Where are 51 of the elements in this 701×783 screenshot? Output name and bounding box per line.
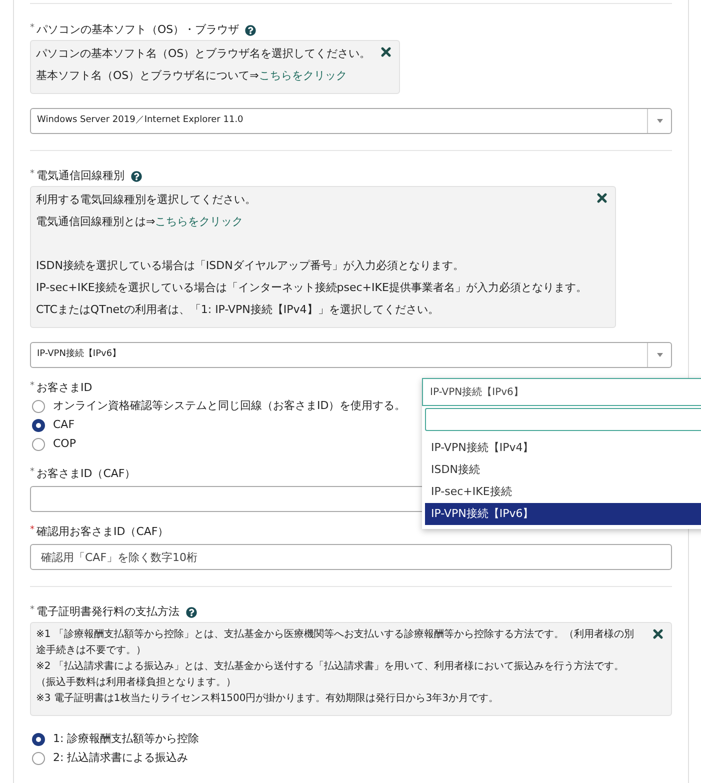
- field-label: 確認用お客さまID（CAF）: [36, 524, 169, 540]
- search-field[interactable]: [425, 408, 701, 431]
- caret-icon: [656, 353, 662, 357]
- field-label: お客さまID（CAF）: [36, 466, 136, 482]
- dropdown-value[interactable]: IP-VPN接続【IPv6】: [422, 378, 701, 406]
- select-field[interactable]: Windows Server 2019／Internet Explorer 11.0: [30, 108, 672, 134]
- field-label: お客さまID: [36, 380, 92, 396]
- close-icon[interactable]: [653, 629, 663, 639]
- close-icon[interactable]: [596, 193, 607, 203]
- info-text: 基本ソフト名（OS）とブラウザ名について⇒こちらをクリック: [36, 68, 348, 84]
- dropdown-option[interactable]: IP-sec+IKE接続: [425, 481, 701, 503]
- info-text: CTCまたはQTnetの利用者は、「1: IP-VPN接続【IPv4】」を選択してください。: [36, 302, 440, 318]
- info-text: 電気通信回線種別とは⇒こちらをクリック: [36, 214, 244, 230]
- info-text: IP-sec+IKE接続を選択している場合は「インターネット接続psec+IKE提供事業者名」が入力必須となります。: [36, 280, 587, 296]
- radio-button[interactable]: [32, 733, 45, 746]
- dropdown-option[interactable]: ISDN接続: [425, 459, 701, 481]
- required-mark: *: [30, 22, 34, 35]
- radio-button[interactable]: [32, 438, 45, 451]
- select-field[interactable]: IP-VPN接続【IPv6】: [30, 342, 672, 368]
- dropdown-option[interactable]: IP-VPN接続【IPv4】: [425, 437, 701, 459]
- radio-label: COP: [53, 436, 76, 452]
- required-mark: *: [30, 524, 34, 537]
- info-text: ※3 電子証明書は1枚当たりライセンス料1500円が掛かります。有効期限は発行日から3年3か月です。: [36, 692, 500, 706]
- info-text: パソコンの基本ソフト名（OS）とブラウザ名を選択してください。: [36, 46, 371, 62]
- field-label: 電子証明書発行料の支払方法: [36, 604, 180, 620]
- radio-button[interactable]: [32, 419, 45, 432]
- required-mark: *: [30, 380, 34, 393]
- info-link[interactable]: こちらをクリック: [155, 215, 244, 228]
- info-link[interactable]: こちらをクリック: [258, 69, 347, 82]
- radio-label: CAF: [53, 417, 75, 434]
- required-mark: *: [30, 604, 34, 617]
- dropdown-option[interactable]: IP-VPN接続【IPv6】: [425, 503, 701, 525]
- radio-label: 1: 診療報酬支払額等から控除: [53, 731, 200, 748]
- close-icon[interactable]: [380, 47, 391, 57]
- radio-label: オンライン資格確認等システムと同じ回線（お客さまID）を使用する。: [53, 398, 406, 414]
- radio-button[interactable]: [32, 400, 45, 413]
- radio-button[interactable]: [32, 752, 45, 765]
- required-mark: *: [30, 466, 34, 479]
- caret-icon: [656, 119, 662, 123]
- field-label: 電気通信回線種別: [36, 168, 124, 184]
- required-mark: *: [30, 168, 34, 181]
- help-icon[interactable]: [245, 24, 256, 36]
- help-icon[interactable]: [186, 606, 196, 618]
- info-text: ISDN接続を選択している場合は「ISDNダイヤルアップ番号」が入力必須となります。: [36, 258, 465, 274]
- text-field[interactable]: 確認用「CAF」を除く数字10桁: [30, 544, 672, 570]
- help-icon[interactable]: [130, 170, 142, 182]
- info-text: ※2 「払込請求書による振込み」とは、支払基金から送付する「払込請求書」を用いて、利用者様において振込みを行う方法です。（振込手数料は利用者様負担となります。）: [36, 660, 625, 690]
- info-text: 利用する電気回線種別を選択してください。: [36, 192, 257, 208]
- field-label: パソコンの基本ソフト（OS）・ブラウザ: [36, 22, 240, 38]
- info-text: ※1 「診療報酬支払額等から控除」とは、支払基金から医療機関等へお支払いする診療報酬等から控除する方法です。（利用者様の別途手続きは不要です。）: [36, 628, 635, 658]
- radio-label: 2: 払込請求書による振込み: [53, 750, 188, 766]
